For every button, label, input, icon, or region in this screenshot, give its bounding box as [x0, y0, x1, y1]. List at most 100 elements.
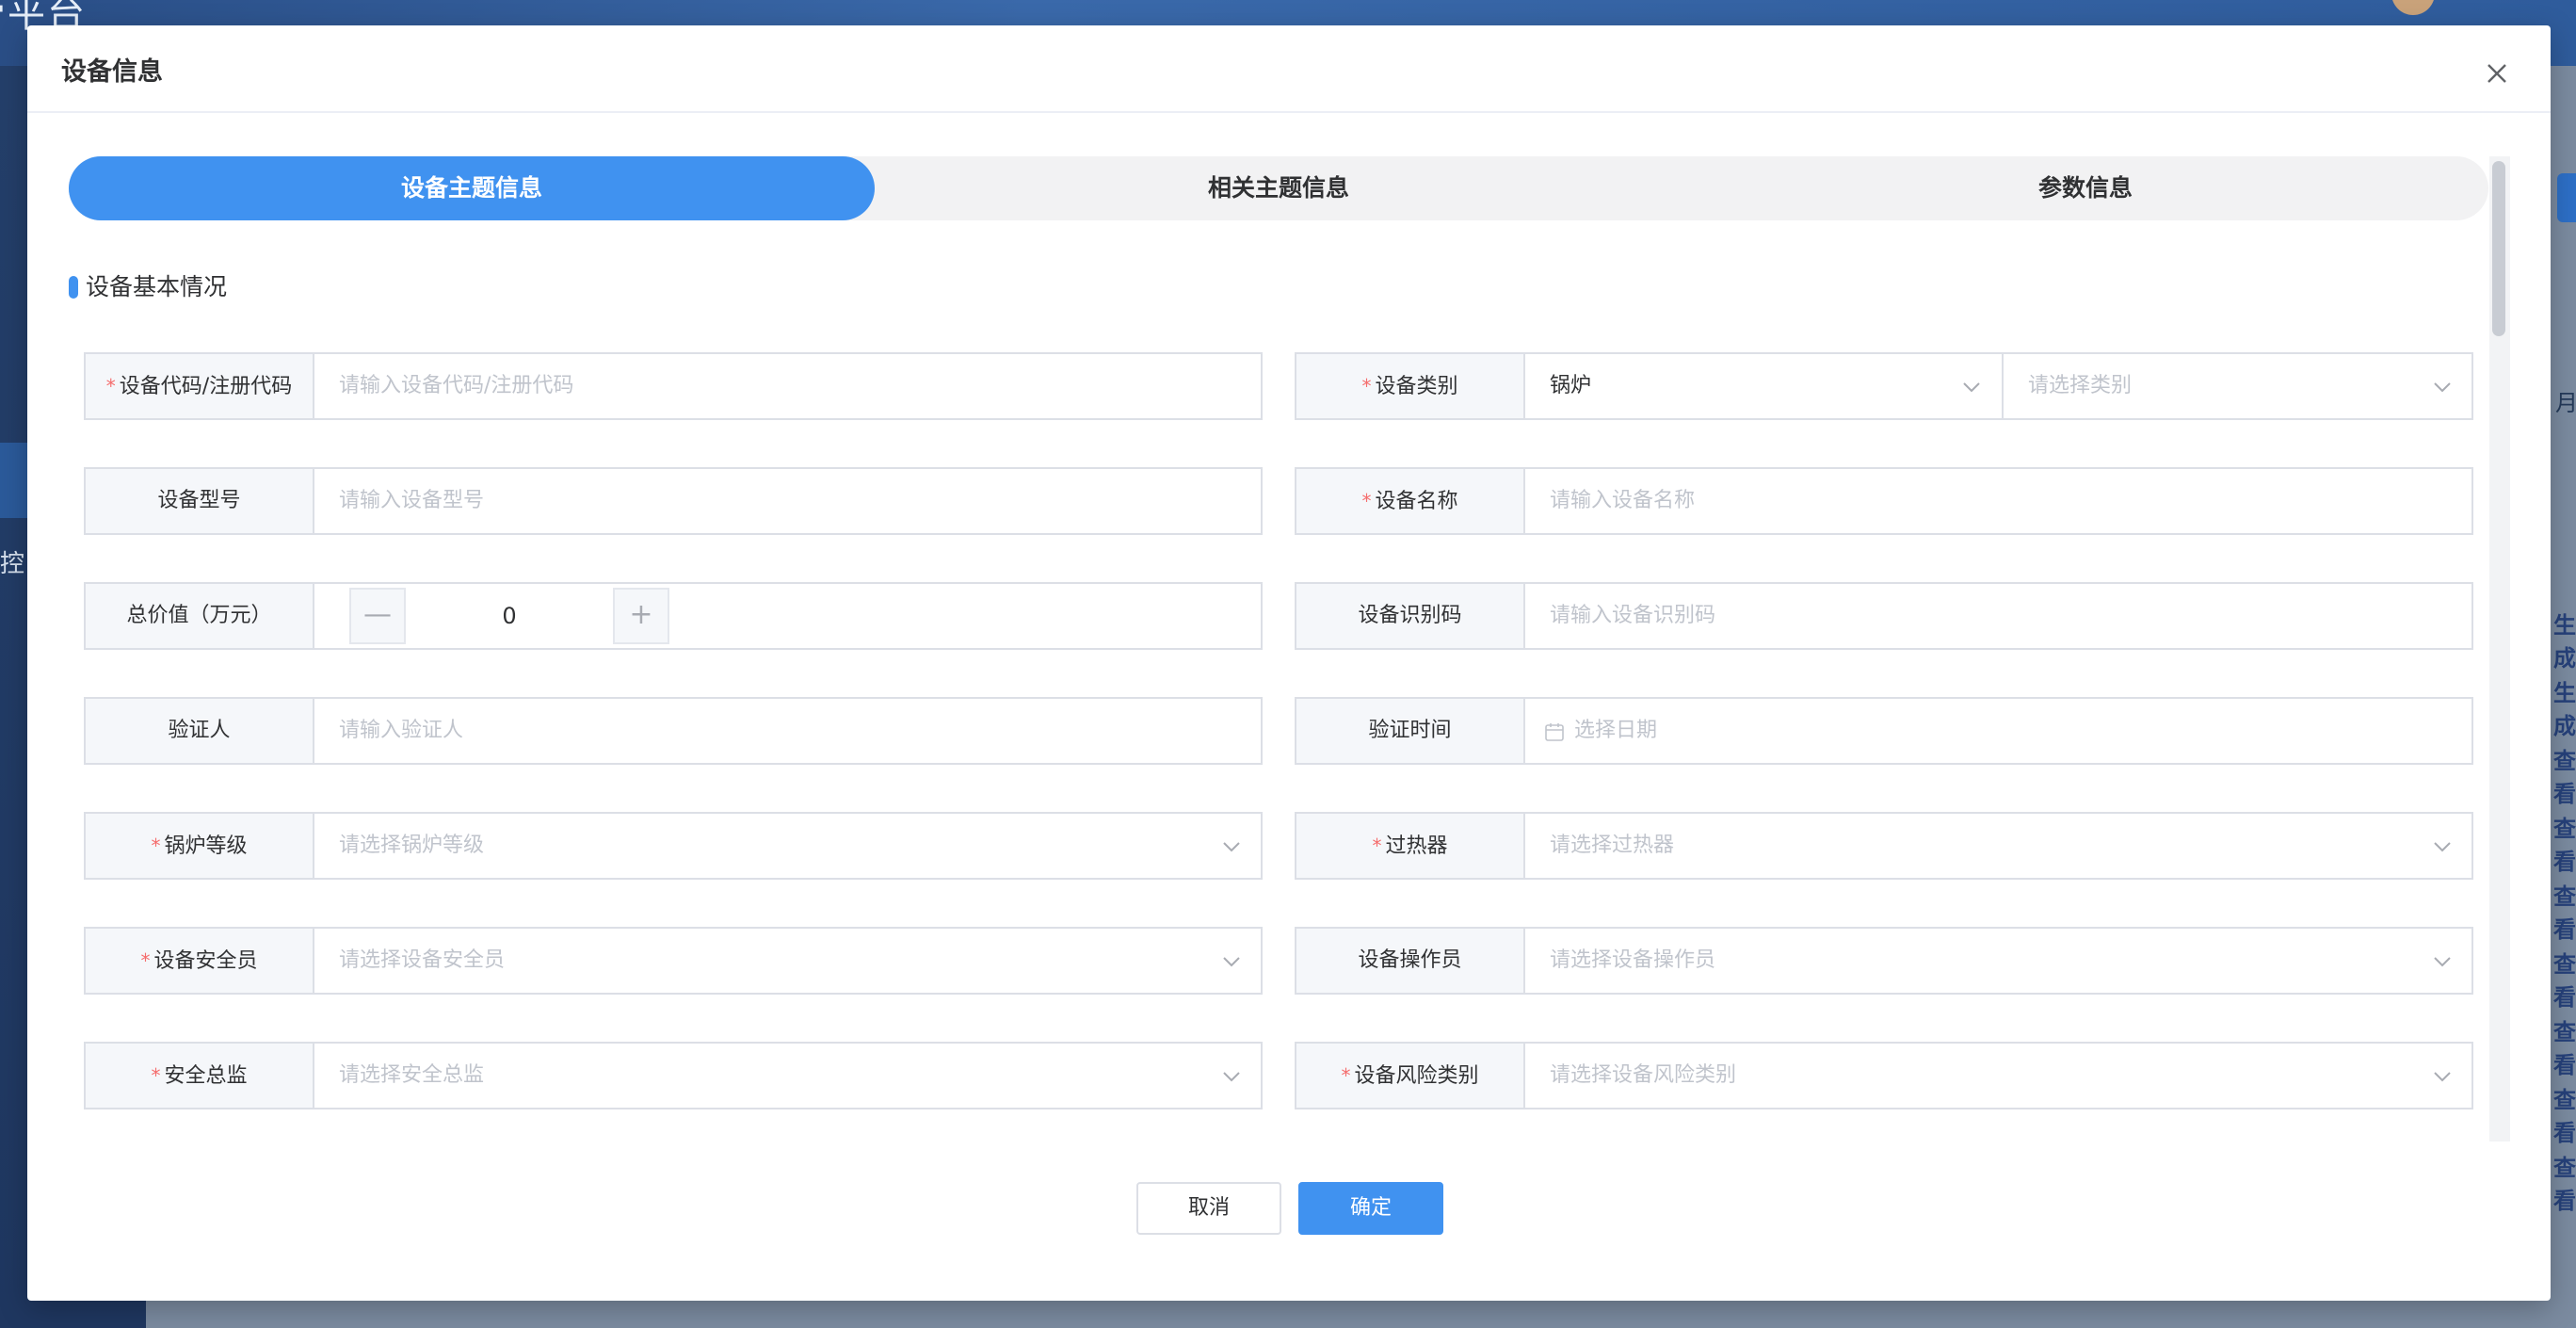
risk-category-select[interactable]: 请选择设备风险类别 [1525, 1044, 2471, 1108]
chevron-down-icon [1223, 1072, 1240, 1082]
total-value-input[interactable]: 0 [406, 588, 613, 644]
safety-director-select[interactable]: 请选择安全总监 [314, 1044, 1261, 1108]
total-value-field: 总价值（万元） — 0 + [84, 582, 1263, 650]
background-action-link: 生成 [2553, 680, 2576, 739]
label-text: 设备类别 [1375, 375, 1458, 398]
required-mark: * [1361, 490, 1372, 512]
required-mark: * [151, 834, 161, 857]
background-button [2557, 173, 2576, 222]
safety-director-placeholder: 请选择安全总监 [339, 1063, 485, 1087]
calendar-icon [1545, 723, 1564, 741]
device-category-select[interactable]: 锅炉 [1525, 354, 2001, 418]
chevron-down-icon [1223, 842, 1240, 852]
background-month-label: 月 [2555, 390, 2576, 416]
verifier-label: 验证人 [86, 699, 314, 763]
close-button[interactable] [2485, 61, 2509, 86]
dialog-title: 设备信息 [61, 57, 163, 87]
device-model-input[interactable]: 请输入设备型号 [314, 469, 1261, 533]
device-subcategory-placeholder: 请选择类别 [2028, 374, 2133, 397]
close-icon [2487, 64, 2506, 83]
background-action-link: 查看 [2553, 1155, 2576, 1214]
device-code-input[interactable]: 请输入设备代码/注册代码 [314, 354, 1261, 418]
device-id-code-input[interactable]: 请输入设备识别码 [1525, 584, 2471, 648]
label-text: 安全总监 [164, 1064, 248, 1088]
required-mark: * [151, 1064, 161, 1087]
safety-officer-select[interactable]: 请选择设备安全员 [314, 929, 1261, 993]
increment-button[interactable]: + [613, 588, 669, 644]
boiler-grade-label: * 锅炉等级 [86, 814, 314, 878]
boiler-grade-placeholder: 请选择锅炉等级 [339, 834, 485, 857]
tab-parameter-info[interactable]: 参数信息 [1682, 156, 2488, 220]
device-code-label: * 设备代码/注册代码 [86, 354, 314, 418]
background-action-link: 查看 [2553, 1019, 2576, 1078]
boiler-grade-select[interactable]: 请选择锅炉等级 [314, 814, 1261, 878]
section-title: 设备基本情况 [86, 273, 228, 300]
section-marker [69, 276, 78, 299]
device-name-label: * 设备名称 [1296, 469, 1525, 533]
label-text: 设备名称 [1375, 490, 1458, 513]
risk-category-label: * 设备风险类别 [1296, 1044, 1525, 1108]
device-category-label: * 设备类别 [1296, 354, 1525, 418]
superheater-select[interactable]: 请选择过热器 [1525, 814, 2471, 878]
background-action-link: 生成 [2553, 612, 2576, 672]
safety-officer-label: * 设备安全员 [86, 929, 314, 993]
operator-placeholder: 请选择设备操作员 [1550, 948, 1716, 972]
operator-select[interactable]: 请选择设备操作员 [1525, 929, 2471, 993]
device-category-value: 锅炉 [1550, 374, 1592, 397]
required-mark: * [1341, 1064, 1351, 1087]
label-text: 锅炉等级 [164, 834, 248, 858]
safety-director-field: * 安全总监 请选择安全总监 [84, 1042, 1263, 1109]
device-code-field: * 设备代码/注册代码 请输入设备代码/注册代码 [84, 352, 1263, 420]
required-mark: * [1372, 834, 1382, 857]
label-text: 设备风险类别 [1354, 1064, 1479, 1088]
confirm-button[interactable]: 确定 [1298, 1182, 1443, 1235]
label-text: 设备代码/注册代码 [119, 375, 293, 398]
boiler-grade-field: * 锅炉等级 请选择锅炉等级 [84, 812, 1263, 880]
required-mark: * [1361, 375, 1372, 397]
safety-director-label: * 安全总监 [86, 1044, 314, 1108]
chevron-down-icon [2434, 1072, 2451, 1082]
required-mark: * [105, 375, 116, 397]
cancel-button[interactable]: 取消 [1136, 1182, 1281, 1235]
sidebar-item-label: 控 [0, 550, 25, 578]
device-info-dialog: 设备信息 设备主题信息 相关主题信息 参数信息 设备基本情况 * 设备代码/注册代… [27, 25, 2551, 1301]
chevron-down-icon [1223, 957, 1240, 967]
chevron-down-icon [2434, 842, 2451, 852]
superheater-field: * 过热器 请选择过热器 [1295, 812, 2473, 880]
tab-bar: 设备主题信息 相关主题信息 参数信息 [69, 156, 2488, 220]
decrement-button[interactable]: — [349, 588, 406, 644]
operator-field: 设备操作员 请选择设备操作员 [1295, 927, 2473, 995]
risk-category-field: * 设备风险类别 请选择设备风险类别 [1295, 1042, 2473, 1109]
device-category-field: * 设备类别 锅炉 请选择类别 [1295, 352, 2473, 420]
required-mark: * [140, 949, 151, 972]
operator-label: 设备操作员 [1296, 929, 1525, 993]
device-model-field: 设备型号 请输入设备型号 [84, 467, 1263, 535]
chevron-down-icon [1963, 382, 1980, 393]
safety-officer-placeholder: 请选择设备安全员 [339, 948, 506, 972]
safety-officer-field: * 设备安全员 请选择设备安全员 [84, 927, 1263, 995]
background-action-link: 查看 [2553, 883, 2576, 943]
label-text: 设备安全员 [153, 949, 258, 973]
background-action-link: 查看 [2553, 1087, 2576, 1146]
risk-category-placeholder: 请选择设备风险类别 [1550, 1063, 1737, 1087]
device-name-field: * 设备名称 请输入设备名称 [1295, 467, 2473, 535]
background-action-link: 查看 [2553, 816, 2576, 875]
scrollbar-thumb[interactable] [2492, 161, 2505, 336]
verify-time-placeholder: 选择日期 [1574, 719, 1658, 742]
verify-time-datepicker[interactable]: 选择日期 [1525, 699, 2471, 763]
label-text: 过热器 [1385, 834, 1448, 858]
tab-device-subject-info[interactable]: 设备主题信息 [69, 156, 875, 220]
chevron-down-icon [2434, 957, 2451, 967]
verifier-field: 验证人 请输入验证人 [84, 697, 1263, 765]
total-value-label: 总价值（万元） [86, 584, 314, 648]
superheater-label: * 过热器 [1296, 814, 1525, 878]
superheater-placeholder: 请选择过热器 [1550, 834, 1675, 857]
device-id-code-label: 设备识别码 [1296, 584, 1525, 648]
device-name-input[interactable]: 请输入设备名称 [1525, 469, 2471, 533]
verifier-input[interactable]: 请输入验证人 [314, 699, 1261, 763]
tab-related-subject-info[interactable]: 相关主题信息 [875, 156, 1682, 220]
device-subcategory-select[interactable]: 请选择类别 [2004, 354, 2471, 418]
device-model-label: 设备型号 [86, 469, 314, 533]
dialog-header: 设备信息 [27, 25, 2551, 113]
device-id-code-field: 设备识别码 请输入设备识别码 [1295, 582, 2473, 650]
